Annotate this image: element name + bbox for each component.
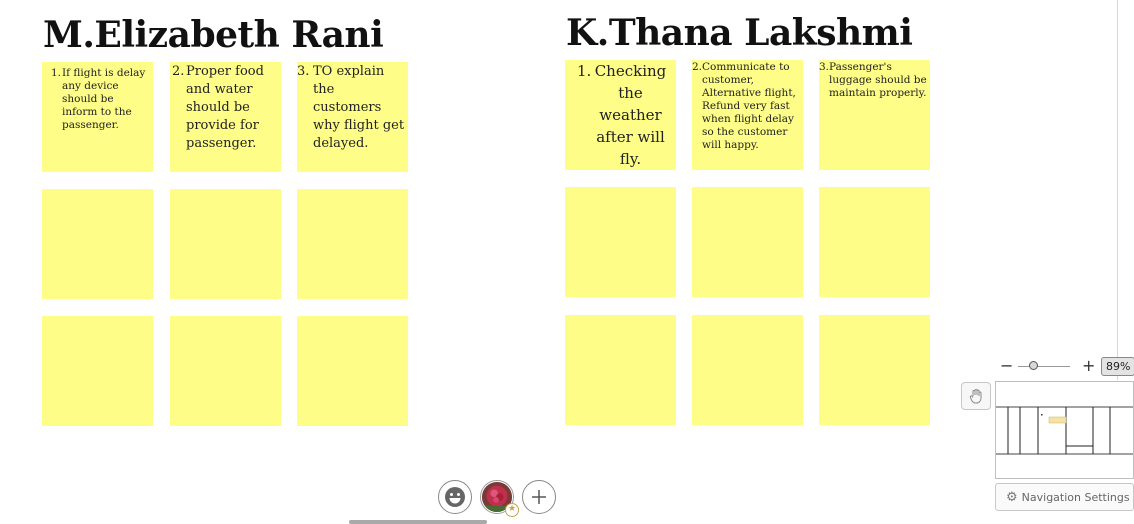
minimap-preview [996,406,1133,455]
note-text: Checking the weather after will fly. [594,62,667,168]
zoom-in-button[interactable]: + [1082,356,1095,376]
sticky-note-empty[interactable] [170,189,281,299]
sticky-note-empty[interactable] [819,315,930,425]
emoji-icon [445,487,465,507]
zoom-level-display[interactable]: 89% [1101,357,1134,376]
sticky-note-empty[interactable] [297,189,408,299]
note-item: 2. Proper food and water should be provi… [172,63,277,153]
user-avatar[interactable]: ★ [480,480,519,517]
sticky-note-empty[interactable] [565,187,676,297]
sticky-note[interactable]: 1. If flight is delay any device should … [42,62,153,172]
note-item: 3. Passenger's luggage should be maintai… [819,61,928,100]
note-item: 2. Communicate to customer, Alternative … [692,61,800,152]
board-edge-divider [1117,0,1118,380]
note-item: 1. If flight is delay any device should … [51,67,147,132]
add-button[interactable] [522,480,556,514]
sticky-note[interactable]: 3. Passenger's luggage should be maintai… [819,60,930,170]
horizontal-scrollbar[interactable] [349,520,487,524]
navigation-settings-button[interactable]: ⚙ Navigation Settings [995,483,1134,511]
zoom-control: − + 89% [996,356,1134,378]
note-text: If flight is delay any device should be … [62,67,146,131]
add-icon [532,490,546,504]
note-text: Communicate to customer, Alternative fli… [702,61,796,151]
navigation-settings-label: Navigation Settings [1021,490,1130,504]
sticky-note[interactable]: 2. Proper food and water should be provi… [170,62,281,172]
zoom-slider-track[interactable] [1018,366,1070,367]
sticky-note-empty[interactable] [170,316,281,426]
note-text: Passenger's luggage should be maintain p… [829,61,927,99]
note-item: 3. TO explain the customers why flight g… [297,63,406,153]
sticky-note[interactable]: 3. TO explain the customers why flight g… [297,62,408,172]
note-number: 1. [577,62,592,80]
person-name-elizabeth: M.Elizabeth Rani [43,14,384,56]
note-number: 1. [51,67,62,79]
person-name-thana-lakshmi: K.Thana Lakshmi [566,12,913,54]
note-number: 2. [692,61,703,73]
star-badge-icon: ★ [505,503,519,517]
sticky-note[interactable]: 2. Communicate to customer, Alternative … [692,60,803,170]
note-number: 3. [297,64,310,79]
hand-icon [969,389,982,404]
zoom-slider-thumb[interactable] [1029,361,1038,370]
sticky-note-empty[interactable] [692,187,803,297]
emoji-reaction-button[interactable] [438,480,472,514]
navigation-minimap[interactable] [995,381,1134,479]
gear-icon: ⚙ [1006,489,1018,505]
note-text: TO explain the customers why flight get … [313,64,405,151]
sticky-note[interactable]: 1. Checking the weather after will fly. [565,60,676,170]
sticky-note-empty[interactable] [692,315,803,425]
sticky-note-empty[interactable] [565,315,676,425]
sticky-note-empty[interactable] [297,316,408,426]
note-item: 1. Checking the weather after will fly. [577,60,668,170]
sticky-note-empty[interactable] [42,189,153,299]
note-text: Proper food and water should be provide … [186,64,264,151]
sticky-note-empty[interactable] [42,316,153,426]
note-number: 2. [172,64,185,79]
note-number: 3. [819,61,830,73]
pan-tool-button[interactable] [961,382,991,410]
sticky-note-empty[interactable] [819,187,930,297]
zoom-out-button[interactable]: − [1000,356,1013,376]
